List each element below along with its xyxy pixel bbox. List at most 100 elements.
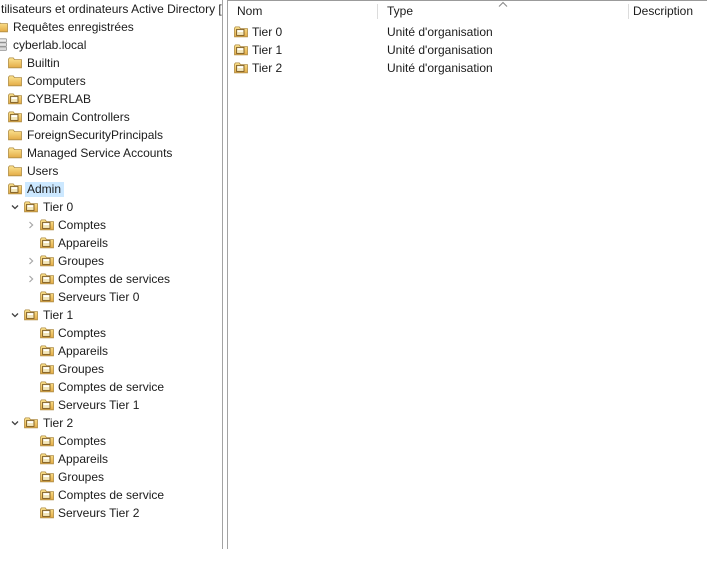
folder-icon [8,74,22,87]
tree-item-label: Tier 0 [43,200,73,214]
ou-icon [40,398,54,411]
tree-item-label: Computers [27,74,86,88]
list-header: Nom Type Description [228,1,707,21]
tree-item-label: Comptes de service [58,488,164,502]
cell-type: Unité d'organisation [387,61,493,75]
ou-icon [8,110,22,123]
folder-icon [8,128,22,141]
tree-item-label: Requêtes enregistrées [13,20,134,34]
folder-icon [0,20,8,33]
cell-name: Tier 2 [252,61,282,75]
ou-icon [40,452,54,465]
tree-item-label: Serveurs Tier 1 [58,398,139,412]
tree-item-label: Comptes [58,326,106,340]
tree-item-tilisateurs-et-ordinateurs-active-director[interactable]: tilisateurs et ordinateurs Active Direct… [0,0,222,18]
ou-icon [40,470,54,483]
ou-icon [40,272,54,285]
list-row-tier-1[interactable]: Tier 1 Unité d'organisation [228,41,707,59]
tree-item-tier-2[interactable]: Tier 2 [0,414,222,432]
tree-item-appareils[interactable]: Appareils [0,234,222,252]
column-header-nom[interactable]: Nom [237,5,262,18]
tree-item-domain-controllers[interactable]: Domain Controllers [0,108,222,126]
column-divider[interactable] [377,4,378,19]
tree-item-cyberlab[interactable]: CYBERLAB [0,90,222,108]
tree-item-label: tilisateurs et ordinateurs Active Direct… [1,2,223,16]
tree-item-label: Groupes [58,254,104,268]
chevron-right-icon[interactable] [26,274,36,284]
tree-item-label: ForeignSecurityPrincipals [27,128,163,142]
ou-icon [40,362,54,375]
column-header-description[interactable]: Description [633,5,693,18]
ou-icon [8,92,22,105]
tree-item-cyberlab-local[interactable]: cyberlab.local [0,36,222,54]
ou-icon [40,506,54,519]
tree-item-comptes-de-service[interactable]: Comptes de service [0,378,222,396]
ou-icon [234,43,248,56]
ou-icon [24,308,38,321]
chevron-right-icon[interactable] [26,256,36,266]
tree-item-tier-0[interactable]: Tier 0 [0,198,222,216]
tree-item-label: Tier 1 [43,308,73,322]
tree-item-groupes[interactable]: Groupes [0,360,222,378]
tree-item-serveurs-tier-2[interactable]: Serveurs Tier 2 [0,504,222,522]
tree-item-label: Appareils [58,344,108,358]
chevron-down-icon[interactable] [10,202,20,212]
tree-item-admin[interactable]: Admin [0,180,222,198]
tree-item-label: Serveurs Tier 2 [58,506,139,520]
chevron-right-icon[interactable] [26,220,36,230]
tree-item-label: Serveurs Tier 0 [58,290,139,304]
folder-icon [8,56,22,69]
tree-item-groupes[interactable]: Groupes [0,252,222,270]
tree-item-appareils[interactable]: Appareils [0,342,222,360]
tree-item-groupes[interactable]: Groupes [0,468,222,486]
cell-name: Tier 1 [252,43,282,57]
tree-item-serveurs-tier-1[interactable]: Serveurs Tier 1 [0,396,222,414]
column-divider[interactable] [628,4,629,19]
results-list-panel: Nom Type Description Tier 0Unité d'organ… [227,0,707,549]
tree-item-label: Comptes [58,218,106,232]
ou-icon [40,254,54,267]
tree-item-computers[interactable]: Computers [0,72,222,90]
tree-item-label: Groupes [58,362,104,376]
tree-item-serveurs-tier-0[interactable]: Serveurs Tier 0 [0,288,222,306]
list-row-tier-2[interactable]: Tier 2 Unité d'organisation [228,59,707,77]
ou-icon [40,236,54,249]
tree-item-appareils[interactable]: Appareils [0,450,222,468]
ou-icon [24,416,38,429]
chevron-down-icon[interactable] [10,418,20,428]
tree-item-label: Comptes [58,434,106,448]
tree-item-label: Appareils [58,236,108,250]
ou-icon [40,380,54,393]
tree-item-managed-service-accounts[interactable]: Managed Service Accounts [0,144,222,162]
chevron-down-icon[interactable] [10,310,20,320]
domain-icon [0,38,8,51]
list-row-tier-0[interactable]: Tier 0Unité d'organisation [228,23,707,41]
tree-item-comptes[interactable]: Comptes [0,324,222,342]
ou-icon [40,326,54,339]
tree-item-label: Comptes de services [58,272,170,286]
tree-item-label: Appareils [58,452,108,466]
console-tree-panel: tilisateurs et ordinateurs Active Direct… [0,0,223,549]
tree-item-comptes[interactable]: Comptes [0,432,222,450]
tree-item-label: Comptes de service [58,380,164,394]
cell-type: Unité d'organisation [387,43,493,57]
ou-icon [40,290,54,303]
ou-icon [234,25,248,38]
tree-item-builtin[interactable]: Builtin [0,54,222,72]
tree-item-label: Admin [25,182,64,197]
tree-item-comptes[interactable]: Comptes [0,216,222,234]
tree-item-users[interactable]: Users [0,162,222,180]
tree-item-comptes-de-service[interactable]: Comptes de service [0,486,222,504]
column-header-type[interactable]: Type [387,5,413,18]
tree-item-comptes-de-services[interactable]: Comptes de services [0,270,222,288]
ou-icon [234,61,248,74]
chevron-down-icon[interactable] [0,184,1,194]
tree-item-label: Users [27,164,58,178]
ou-icon [40,344,54,357]
tree-item-label: Builtin [27,56,60,70]
cell-type: Unité d'organisation [387,25,493,39]
aduc-window: { "app": { "name_visible_root": "tilisat… [0,0,707,563]
tree-item-foreignsecurityprincipals[interactable]: ForeignSecurityPrincipals [0,126,222,144]
tree-item-requetes-enregistrees[interactable]: Requêtes enregistrées [0,18,222,36]
tree-item-tier-1[interactable]: Tier 1 [0,306,222,324]
